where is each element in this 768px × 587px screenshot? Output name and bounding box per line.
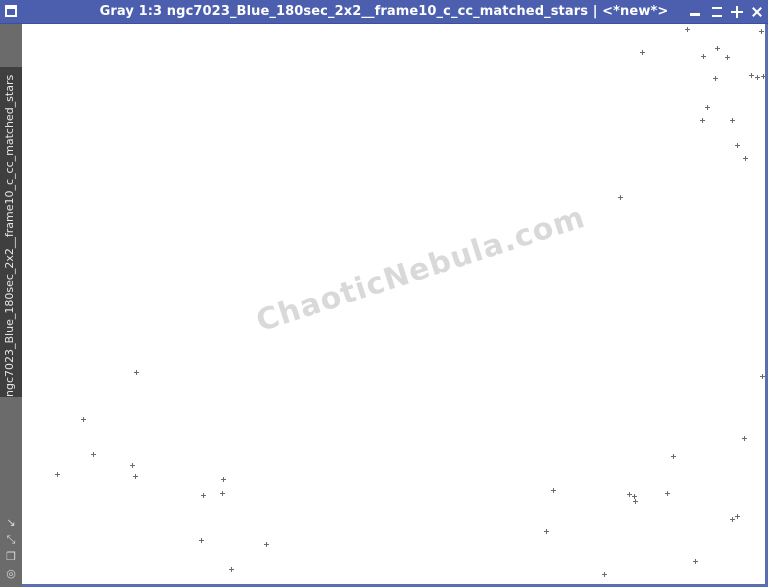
star-marker: [735, 143, 740, 148]
star-marker: [701, 54, 706, 59]
window-title: Gray 1:3 ngc7023_Blue_180sec_2x2__frame1…: [99, 4, 669, 19]
star-marker: [618, 195, 623, 200]
star-marker: [665, 491, 670, 496]
star-marker: [544, 529, 549, 534]
star-marker: [134, 370, 139, 375]
star-marker: [633, 499, 638, 504]
star-marker: [602, 572, 607, 577]
star-marker: [640, 50, 645, 55]
star-marker: [201, 493, 206, 498]
star-marker: [81, 417, 86, 422]
vertical-tab[interactable]: ngc7023_Blue_180sec_2x2__frame10_c_cc_ma…: [0, 67, 22, 397]
star-marker: [730, 517, 735, 522]
expand-icon[interactable]: ⤡: [5, 534, 17, 546]
shade-icon[interactable]: [730, 5, 744, 19]
star-marker: [749, 73, 754, 78]
star-marker: [743, 156, 748, 161]
vertical-tab-label: ngc7023_Blue_180sec_2x2__frame10_c_cc_ma…: [3, 74, 16, 397]
star-marker: [55, 472, 60, 477]
resize-arrow-icon[interactable]: ↘: [5, 517, 17, 529]
maximize-icon[interactable]: [710, 5, 724, 19]
image-canvas[interactable]: ChaoticNebula.com: [22, 24, 766, 584]
star-marker: [761, 74, 766, 79]
copy-icon[interactable]: ❐: [5, 551, 17, 563]
star-marker: [685, 27, 690, 32]
star-marker: [725, 55, 730, 60]
star-marker: [130, 463, 135, 468]
star-marker: [755, 75, 760, 80]
star-marker: [760, 374, 765, 379]
star-marker: [264, 542, 269, 547]
star-marker: [730, 118, 735, 123]
star-marker: [221, 477, 226, 482]
star-marker: [671, 454, 676, 459]
watermark-text: ChaoticNebula.com: [252, 199, 590, 340]
close-icon[interactable]: [750, 5, 764, 19]
target-icon[interactable]: ◎: [5, 568, 17, 580]
star-marker: [133, 474, 138, 479]
star-marker: [199, 538, 204, 543]
star-marker: [693, 559, 698, 564]
star-marker: [91, 452, 96, 457]
star-marker: [759, 29, 764, 34]
star-marker: [742, 436, 747, 441]
star-marker: [715, 46, 720, 51]
side-tab-panel: ngc7023_Blue_180sec_2x2__frame10_c_cc_ma…: [0, 24, 22, 587]
star-marker: [229, 567, 234, 572]
minimize-icon[interactable]: [688, 5, 702, 19]
star-marker: [700, 118, 705, 123]
star-marker: [713, 76, 718, 81]
star-marker: [705, 105, 710, 110]
star-marker: [551, 488, 556, 493]
title-bar[interactable]: Gray 1:3 ngc7023_Blue_180sec_2x2__frame1…: [0, 0, 768, 24]
star-marker: [735, 514, 740, 519]
star-marker: [220, 491, 225, 496]
